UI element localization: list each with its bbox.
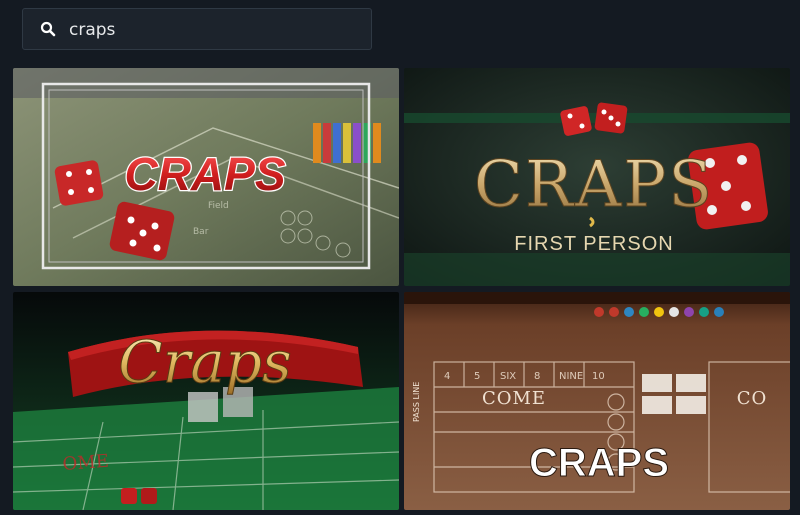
search-bar xyxy=(22,8,372,50)
search-icon xyxy=(40,21,56,37)
come-label-right: CO xyxy=(737,388,768,409)
chips-stack-icon xyxy=(313,123,381,163)
table-number: 10 xyxy=(592,371,605,382)
pass-line-label: PASS LINE xyxy=(412,382,421,422)
game-tile-craps-table[interactable]: 4 5 SIX 8 NINE 10 COME CO PASS LINE CRAP… xyxy=(404,292,790,510)
game-title: CRAPS xyxy=(529,441,669,485)
game-tile-craps-first-person[interactable]: CRAPS FIRST PERSON xyxy=(404,68,790,286)
table-number: 8 xyxy=(534,371,540,382)
craps-first-person-thumbnail: CRAPS FIRST PERSON xyxy=(404,68,790,286)
come-label: COME xyxy=(482,388,546,409)
craps-classic-thumbnail: Field Bar CRAPS xyxy=(13,68,399,286)
game-title: CRAPS xyxy=(124,148,285,200)
table-number: SIX xyxy=(500,371,516,382)
craps-table-thumbnail: 4 5 SIX 8 NINE 10 COME CO PASS LINE CRAP… xyxy=(404,292,790,510)
game-tile-craps-classic[interactable]: Field Bar CRAPS xyxy=(13,68,399,286)
search-input[interactable] xyxy=(69,16,359,44)
game-tile-craps-script[interactable]: OME Craps xyxy=(13,292,399,510)
table-number: NINE xyxy=(559,371,583,382)
game-title: CRAPS xyxy=(474,148,714,222)
table-number: 5 xyxy=(474,371,480,382)
game-title: Craps xyxy=(118,328,292,396)
svg-text:OME: OME xyxy=(62,451,110,475)
bar-label: Bar xyxy=(193,227,209,237)
field-label: Field xyxy=(208,201,229,211)
game-subtitle: FIRST PERSON xyxy=(514,233,673,255)
craps-script-thumbnail: OME Craps xyxy=(13,292,399,510)
chips-row-icon xyxy=(594,307,724,317)
table-number: 4 xyxy=(444,371,450,382)
